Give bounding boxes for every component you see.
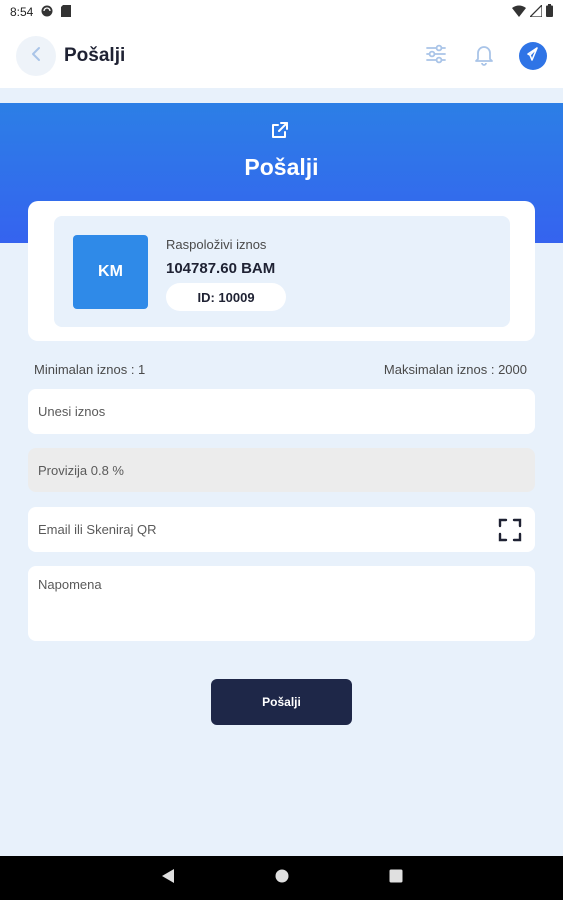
recipient-input[interactable]: Email ili Skeniraj QR [28, 507, 535, 552]
notifications-button[interactable] [471, 43, 497, 69]
hero-title: Pošalji [244, 154, 319, 180]
bell-icon [472, 42, 496, 71]
balance-amount: 104787.60 BAM [166, 260, 276, 277]
nav-recents-icon[interactable] [389, 869, 403, 888]
back-button[interactable] [16, 36, 56, 76]
chevron-left-icon [30, 46, 42, 67]
balance-card: KM Raspoloživi iznos 104787.60 BAM ID: 1… [28, 201, 535, 341]
account-id-badge: ID: 10009 [166, 283, 286, 311]
sync-icon [41, 5, 53, 20]
nav-home-icon[interactable] [275, 869, 289, 888]
sliders-icon [424, 42, 448, 71]
page-title: Pošalji [64, 45, 126, 66]
balance-label: Raspoloživi iznos [166, 237, 267, 252]
paper-plane-icon [525, 46, 541, 67]
min-amount-label: Minimalan iznos : 1 [34, 362, 146, 377]
profile-button[interactable] [519, 42, 547, 70]
max-amount-label: Maksimalan iznos : 2000 [383, 362, 527, 377]
amount-limits: Minimalan iznos : 1 Maksimalan iznos : 2… [34, 362, 527, 377]
fee-text: Provizija 0.8 % [38, 462, 124, 478]
status-bar: 8:54 [0, 0, 563, 24]
battery-icon [546, 4, 553, 20]
note-input[interactable]: Napomena [28, 566, 535, 641]
nav-back-icon[interactable] [161, 868, 175, 889]
recipient-placeholder: Email ili Skeniraj QR [38, 522, 157, 537]
amount-input[interactable]: Unesi iznos [28, 389, 535, 434]
currency-badge: KM [73, 235, 148, 309]
external-link-icon [270, 120, 290, 145]
sd-card-icon [61, 4, 72, 20]
filter-button[interactable] [423, 43, 449, 69]
signal-icon [528, 2, 543, 20]
app-bar: Pošalji [0, 24, 563, 88]
note-placeholder: Napomena [38, 577, 102, 592]
wifi-icon [512, 5, 526, 20]
status-time: 8:54 [10, 5, 34, 19]
qr-scan-icon[interactable] [498, 518, 522, 542]
amount-placeholder: Unesi iznos [38, 404, 106, 419]
balance-card-inner: KM Raspoloživi iznos 104787.60 BAM ID: 1… [54, 216, 510, 327]
send-button[interactable]: Pošalji [211, 679, 352, 725]
fee-field: Provizija 0.8 % [28, 448, 535, 492]
system-nav-bar [0, 856, 563, 900]
